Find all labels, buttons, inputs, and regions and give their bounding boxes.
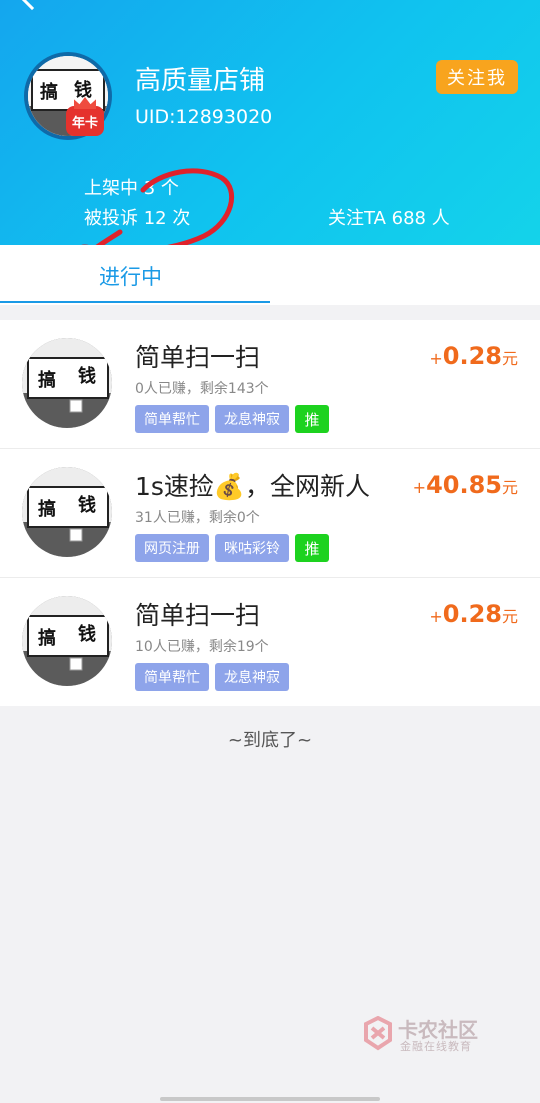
- push-tag: 推: [295, 405, 329, 433]
- reward-unit: 元: [501, 478, 518, 497]
- reward-unit: 元: [501, 607, 518, 626]
- stat-listed-count: 上架中 3 个: [84, 178, 179, 199]
- crown-badge-icon: 年卡: [66, 106, 104, 136]
- task-tags: 网页注册 咪咕彩铃 推: [135, 534, 329, 562]
- task-reward: +0.28元: [429, 600, 518, 628]
- svg-text:钱: 钱: [78, 623, 96, 645]
- task-progress-meta: 31人已赚，剩余0个: [135, 510, 260, 526]
- task-tags: 简单帮忙 龙息神寂: [135, 663, 289, 691]
- svg-text:搞: 搞: [40, 81, 58, 103]
- task-avatar: 搞 钱: [22, 596, 112, 686]
- task-row[interactable]: 搞 钱 简单扫一扫 +0.28元 0人已赚，剩余143个 简单帮忙 龙息神寂 推: [0, 320, 540, 449]
- shop-uid: UID:12893020: [135, 106, 273, 128]
- home-indicator[interactable]: [160, 1097, 380, 1101]
- reward-unit: 元: [501, 349, 518, 368]
- reward-amount: 40.85: [426, 471, 502, 499]
- back-chevron-icon[interactable]: [17, 0, 47, 11]
- reward-amount: 0.28: [442, 342, 502, 370]
- task-tag: 简单帮忙: [135, 663, 209, 691]
- shop-name: 高质量店铺: [135, 66, 266, 96]
- watermark-subtitle: 金融在线教育: [400, 1040, 472, 1053]
- task-tag: 龙息神寂: [215, 405, 289, 433]
- calligraphy-avatar-image: 搞 钱: [22, 596, 112, 686]
- task-avatar: 搞 钱: [22, 467, 112, 557]
- task-row[interactable]: 搞 钱 1s速捡💰，全网新人 +40.85元 31人已赚，剩余0个 网页注册 咪…: [0, 449, 540, 578]
- svg-text:钱: 钱: [78, 365, 96, 387]
- reward-amount: 0.28: [442, 600, 502, 628]
- task-reward: +0.28元: [429, 342, 518, 370]
- task-progress-meta: 10人已赚，剩余19个: [135, 639, 269, 655]
- svg-text:钱: 钱: [78, 494, 96, 516]
- svg-text:搞: 搞: [38, 369, 56, 391]
- list-end-indicator: ~到底了~: [227, 730, 313, 751]
- task-tag: 咪咕彩铃: [215, 534, 289, 562]
- shop-header: 搞 钱 年卡 高质量店铺 UID:12893020 关注我 上架中 3 个 被投…: [0, 0, 540, 245]
- task-tags: 简单帮忙 龙息神寂 推: [135, 405, 329, 433]
- tab-label: 进行中: [99, 265, 162, 289]
- task-progress-meta: 0人已赚，剩余143个: [135, 381, 269, 397]
- calligraphy-avatar-image: 搞 钱: [22, 467, 112, 557]
- kanong-watermark: 卡农社区 金融在线教育: [362, 1014, 492, 1054]
- svg-text:搞: 搞: [38, 498, 56, 520]
- task-title: 1s速捡💰，全网新人: [135, 472, 371, 501]
- follow-button[interactable]: 关注我: [436, 60, 518, 94]
- calligraphy-avatar-image: 搞 钱: [22, 338, 112, 428]
- kanong-logo-icon: [364, 1016, 392, 1051]
- badge-label: 年卡: [71, 115, 98, 131]
- task-tag: 网页注册: [135, 534, 209, 562]
- svg-text:钱: 钱: [74, 79, 92, 101]
- tab-in-progress[interactable]: 进行中: [0, 245, 270, 305]
- task-title: 简单扫一扫: [135, 601, 261, 630]
- task-tag: 简单帮忙: [135, 405, 209, 433]
- task-title: 简单扫一扫: [135, 343, 261, 372]
- task-list: 搞 钱 简单扫一扫 +0.28元 0人已赚，剩余143个 简单帮忙 龙息神寂 推…: [0, 320, 540, 706]
- tab-active-indicator: [0, 301, 270, 303]
- task-reward: +40.85元: [412, 471, 518, 499]
- push-tag: 推: [295, 534, 329, 562]
- task-row[interactable]: 搞 钱 简单扫一扫 +0.28元 10人已赚，剩余19个 简单帮忙 龙息神寂: [0, 578, 540, 706]
- stat-complaint-count: 被投诉 12 次: [84, 208, 191, 229]
- stat-follower-count: 关注TA 688 人: [328, 208, 450, 229]
- svg-text:搞: 搞: [38, 627, 56, 649]
- tab-bar: 进行中: [0, 245, 540, 305]
- task-avatar: 搞 钱: [22, 338, 112, 428]
- task-tag: 龙息神寂: [215, 663, 289, 691]
